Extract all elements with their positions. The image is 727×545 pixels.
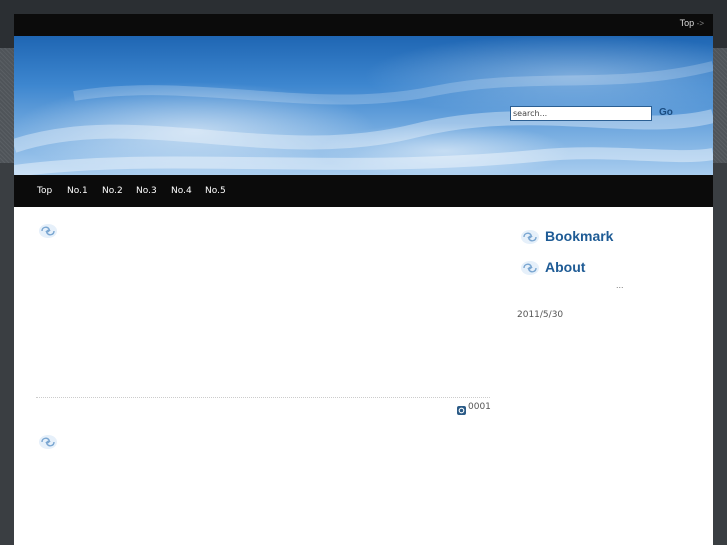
page-container: Top -> Go Top No.1 No.2 No.3 No.4 No.5 0… [14,14,713,545]
sidebar-date: 2011/5/30 [517,310,564,320]
about-ellipsis: ... [616,280,624,290]
swirl-icon [520,229,540,250]
top-link[interactable]: Top -> [680,18,704,28]
nav-item-no1[interactable]: No.1 [67,186,88,196]
header-banner: Go [14,36,713,175]
top-bar: Top -> [14,14,713,36]
swirl-icon [38,223,58,244]
count-icon [457,402,466,415]
entry-count: 0001 [468,402,491,412]
nav-item-no2[interactable]: No.2 [102,186,123,196]
top-link-arrow: -> [696,19,704,28]
nav-item-top[interactable]: Top [37,186,52,196]
search-input[interactable] [510,106,652,121]
bookmark-heading: Bookmark [545,228,614,244]
swirl-icon [38,434,58,455]
nav-item-no4[interactable]: No.4 [171,186,192,196]
main-nav: Top No.1 No.2 No.3 No.4 No.5 [14,175,713,207]
nav-item-no5[interactable]: No.5 [205,186,226,196]
nav-item-no3[interactable]: No.3 [136,186,157,196]
post-divider [36,397,490,398]
about-heading: About [545,259,586,275]
top-link-label: Top [679,18,695,28]
go-button[interactable]: Go [659,107,673,118]
swirl-icon [520,260,540,281]
